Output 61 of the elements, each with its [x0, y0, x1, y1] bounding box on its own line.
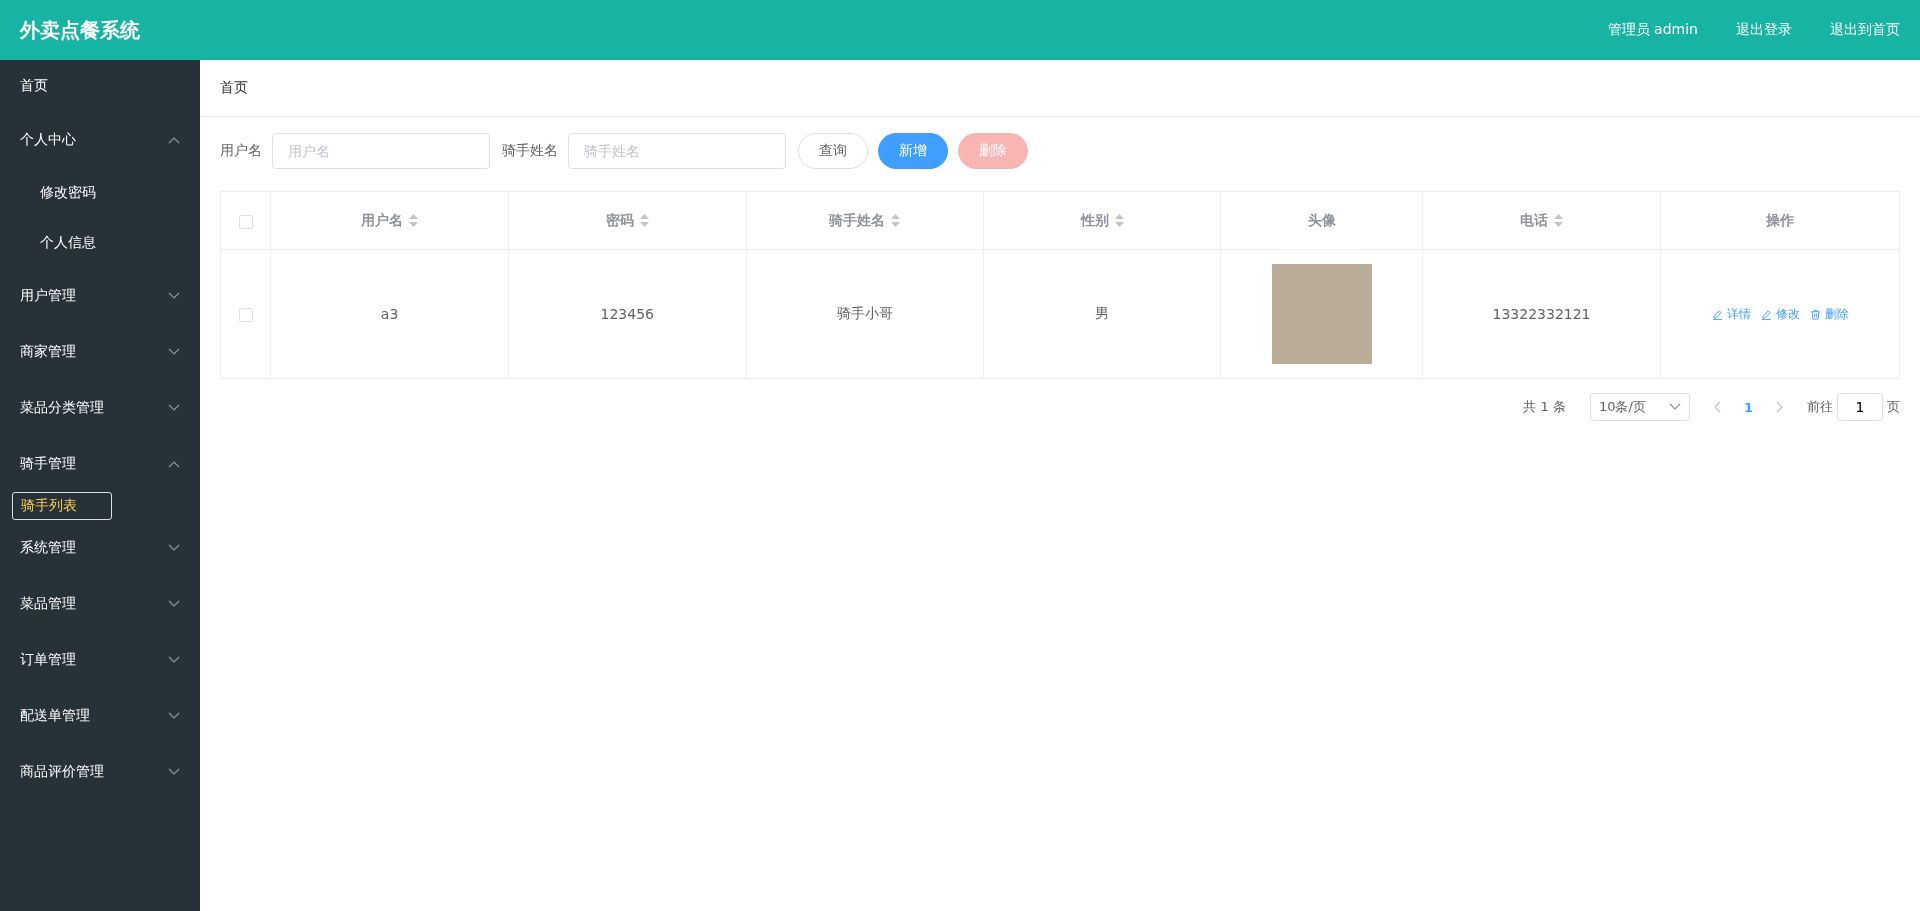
chevron-icon — [168, 460, 180, 468]
total-count: 共 1 条 — [1523, 398, 1566, 416]
search-field[interactable]: 用户名 — [272, 133, 490, 169]
search-field[interactable]: 骑手姓名 — [568, 133, 786, 169]
trash-icon — [1809, 308, 1821, 320]
next-page-icon[interactable] — [1775, 401, 1783, 413]
chevron-icon — [168, 348, 180, 356]
sort-icon[interactable] — [1554, 214, 1564, 227]
page-size-select[interactable]: 10条/页 — [1589, 393, 1690, 421]
checkbox[interactable] — [238, 214, 253, 229]
action-button[interactable]: 查询 — [798, 133, 868, 169]
chevron-icon — [168, 404, 180, 412]
column-header: 性别 — [1080, 211, 1109, 230]
column-header: 用户名 — [361, 211, 404, 230]
menu-item[interactable]: 商家管理 — [0, 324, 200, 380]
pencil-icon — [1711, 308, 1723, 320]
table-cell: 123456 — [600, 306, 654, 322]
chevron-icon — [168, 712, 180, 720]
app-title: 外卖点餐系统 — [20, 16, 141, 44]
menu-item[interactable]: 配送单管理 — [0, 688, 200, 744]
submenu-item[interactable]: 骑手列表 — [12, 492, 112, 520]
page-input[interactable]: 1 — [1837, 393, 1883, 421]
goto-label: 前往 — [1807, 398, 1833, 416]
column-header: 操作 — [1766, 211, 1795, 230]
menu-item[interactable]: 个人中心 — [0, 112, 200, 168]
menu-item[interactable]: 首页 — [0, 60, 200, 112]
menu-item[interactable]: 菜品分类管理 — [0, 380, 200, 436]
chevron-icon — [168, 292, 180, 300]
menu-item[interactable]: 订单管理 — [0, 632, 200, 688]
submenu-item[interactable]: 个人信息 — [0, 218, 200, 268]
submenu-item[interactable]: 修改密码 — [0, 168, 200, 218]
table-cell: 男 — [1095, 305, 1110, 321]
pencil-icon — [1760, 308, 1772, 320]
sort-icon[interactable] — [409, 214, 419, 227]
chevron-icon — [168, 768, 180, 776]
menu-item[interactable]: 商品评价管理 — [0, 744, 200, 800]
menu-item[interactable]: 菜品管理 — [0, 576, 200, 632]
chevron-icon — [168, 544, 180, 552]
breadcrumb[interactable]: 首页 — [220, 79, 248, 97]
chevron-icon — [168, 600, 180, 608]
table-cell: 13322332121 — [1492, 306, 1591, 322]
checkbox[interactable] — [238, 308, 253, 322]
table-cell: a3 — [380, 306, 399, 322]
chevron-icon — [168, 136, 180, 144]
field-label: 用户名 — [220, 142, 262, 160]
sort-icon[interactable] — [1114, 214, 1124, 227]
column-header: 骑手姓名 — [829, 211, 886, 230]
previous-page-icon[interactable] — [1713, 401, 1722, 413]
column-header: 头像 — [1307, 211, 1336, 230]
chevron-icon — [168, 656, 180, 664]
menu-item[interactable]: 系统管理 — [0, 520, 200, 576]
page-suffix: 页 — [1887, 398, 1900, 416]
sort-icon[interactable] — [891, 214, 901, 227]
table-cell: 骑手小哥 — [836, 305, 893, 321]
menu-item[interactable]: 用户管理 — [0, 268, 200, 324]
sort-icon[interactable] — [639, 214, 649, 227]
column-header: 密码 — [605, 211, 634, 230]
menu-item[interactable]: 骑手管理 — [0, 436, 200, 492]
field-label: 骑手姓名 — [502, 142, 558, 160]
chevron-icon — [1668, 403, 1681, 411]
column-header: 电话 — [1520, 211, 1549, 230]
